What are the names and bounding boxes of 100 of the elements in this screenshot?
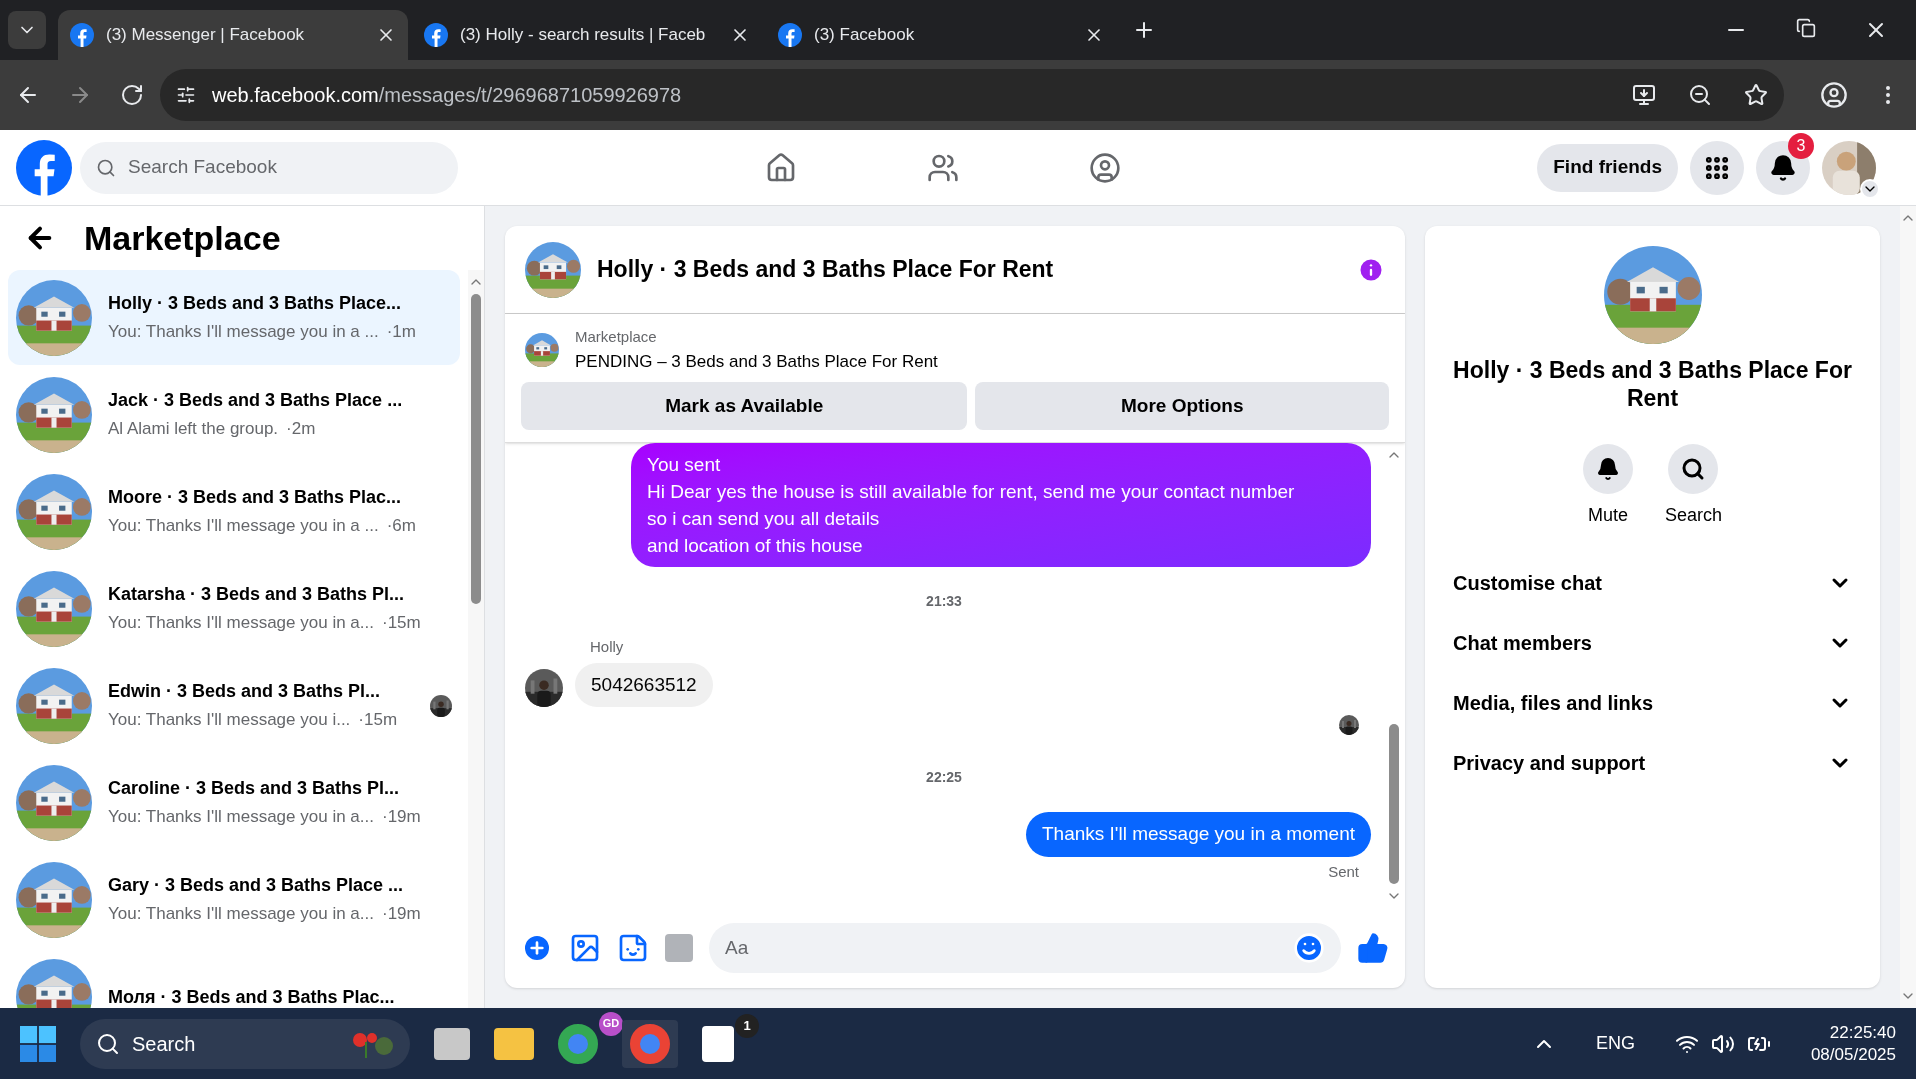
scroll-thumb[interactable] [471, 294, 481, 604]
search-icon [1681, 457, 1706, 481]
groups-icon[interactable] [1089, 151, 1121, 184]
conversation-title: Gary · 3 Beds and 3 Baths Place ... [108, 873, 405, 897]
message-line: Hi Dear yes the house is still available for rent, send me your contact number [647, 480, 1296, 504]
bell-icon [1595, 457, 1620, 481]
sticker-icon[interactable] [617, 932, 649, 964]
taskbar-search-field[interactable]: Search [80, 1018, 410, 1069]
message-timestamp: 21:33 [926, 592, 962, 611]
details-section[interactable]: Chat members [1445, 613, 1860, 673]
browser-tab[interactable]: (3) Facebook [766, 10, 1116, 60]
sender-name: Holly [590, 637, 625, 657]
scrollbar[interactable] [468, 270, 484, 1008]
bookmark-icon[interactable] [1744, 83, 1768, 107]
facebook-logo-icon [70, 23, 94, 47]
conversation-title: Caroline · 3 Beds and 3 Baths Pl... [108, 776, 401, 800]
clock-date[interactable]: 08/05/2025 [1810, 1043, 1896, 1066]
browser-tab[interactable]: (3) Messenger | Facebook [58, 10, 408, 60]
notifications-button[interactable] [1756, 140, 1810, 195]
conversation-preview: You: Thanks I'll message you i... [108, 708, 351, 731]
action-button[interactable] [1668, 444, 1719, 494]
message-field[interactable]: Aa [709, 923, 1341, 973]
action-label: Mute [1587, 504, 1628, 527]
language-indicator[interactable]: ENG [1595, 1030, 1635, 1057]
notification-badge: 1 [735, 1013, 759, 1038]
home-icon[interactable] [765, 151, 797, 184]
browser-tab[interactable]: (3) Holly - search results | Faceb [412, 10, 762, 60]
profile-badge: GD [599, 1011, 623, 1036]
conversation-title: Jack · 3 Beds and 3 Baths Place ... [108, 388, 404, 412]
conversation-time: ·6m [386, 514, 416, 537]
conversation-title: Моля · 3 Beds and 3 Baths Plac... [108, 985, 396, 1008]
conversation-item[interactable]: Holly · 3 Beds and 3 Baths Place... You: Thanks I'll message you in a ... ·1m [8, 270, 460, 365]
facebook-logo-icon[interactable] [16, 139, 72, 196]
conversation-item[interactable]: Caroline · 3 Beds and 3 Baths Pl... You: Thanks I'll message you in a... ·19m [8, 755, 460, 850]
conversation-preview: You: Thanks I'll message you in a... [108, 805, 374, 828]
search-icon [96, 1031, 120, 1056]
search-field[interactable]: Search Facebook [80, 141, 458, 194]
caret-icon[interactable] [1860, 178, 1880, 199]
conversation-time: ·1m [386, 320, 416, 343]
message-status: Sent [1328, 861, 1359, 882]
section-label: Privacy and support [1453, 751, 1646, 776]
facebook-logo-icon [778, 23, 802, 47]
conversation-preview: Al Alami left the group. [108, 417, 279, 440]
conversation-item[interactable]: Moore · 3 Beds and 3 Baths Plac... You: Thanks I'll message you in a ... ·6m [8, 464, 460, 559]
listing-label: Marketplace [575, 327, 658, 347]
tab-title: (3) Messenger | Facebook [106, 24, 306, 47]
listing-title: PENDING – 3 Beds and 3 Baths Place For Rent [575, 350, 938, 373]
search-placeholder: Search [132, 1031, 197, 1057]
find-friends-button[interactable]: Find friends [1537, 143, 1678, 192]
install-icon[interactable] [1632, 83, 1656, 107]
clock-time[interactable]: 22:25:40 [1829, 1021, 1896, 1044]
conversation-time: ·2m [286, 417, 316, 440]
like-icon[interactable] [1357, 932, 1389, 964]
search-icon [96, 157, 116, 178]
message-timestamp: 22:25 [926, 768, 962, 787]
conversation-item[interactable]: Edwin · 3 Beds and 3 Baths Pl... You: Thanks I'll message you i... ·15m [8, 658, 460, 753]
zoom-icon[interactable] [1688, 83, 1712, 107]
facebook-logo-icon [424, 23, 448, 47]
message-placeholder: Aa [725, 935, 750, 960]
emoji-icon[interactable] [1293, 932, 1325, 964]
listing-action-button[interactable]: More Options [975, 382, 1389, 430]
details-title: Holly · 3 Beds and 3 Baths Place For Rent [1452, 356, 1853, 412]
address-bar[interactable]: web.facebook.com/messages/t/29696871059926978 [160, 69, 1784, 121]
conversation-time: ·19m [381, 805, 421, 828]
conversation-item[interactable]: Katarsha · 3 Beds and 3 Baths Pl... You: Thanks I'll message you in a... ·15m [8, 561, 460, 656]
message-line: and location of this house [647, 534, 864, 558]
windows-logo-icon[interactable] [20, 1025, 56, 1062]
search-placeholder: Search Facebook [128, 155, 277, 180]
conversation-preview: You: Thanks I'll message you in a ... [108, 320, 379, 343]
details-section[interactable]: Customise chat [1445, 553, 1860, 613]
menu-button[interactable] [1690, 140, 1744, 195]
conversation-time: ·15m [381, 611, 421, 634]
url-text: web.facebook.com/messages/t/29696871059926978 [212, 83, 682, 108]
tab-title: (3) Facebook [814, 24, 916, 47]
profile-icon[interactable] [1820, 81, 1848, 109]
scroll-thumb[interactable] [1389, 724, 1399, 884]
photo-icon[interactable] [569, 932, 601, 964]
conversation-item[interactable]: Gary · 3 Beds and 3 Baths Place ... You: Thanks I'll message you in a... ·19m [8, 852, 460, 947]
section-label: Chat members [1453, 631, 1592, 656]
details-section[interactable]: Media, files and links [1445, 673, 1860, 733]
conversation-time: ·15m [358, 708, 398, 731]
conversation-title: Holly · 3 Beds and 3 Baths Place... [108, 291, 403, 315]
conversation-preview: You: Thanks I'll message you in a... [108, 902, 374, 925]
listing-action-button[interactable]: Mark as Available [521, 382, 968, 430]
message-label: You sent [647, 453, 722, 477]
section-label: Media, files and links [1453, 691, 1654, 716]
message-bubble: 5042663512 [575, 662, 713, 707]
reload-icon[interactable] [120, 83, 144, 107]
action-button[interactable] [1582, 444, 1633, 494]
conversation-item[interactable]: Jack · 3 Beds and 3 Baths Place ... Al Alami left the group. ·2m [8, 367, 460, 462]
details-section[interactable]: Privacy and support [1445, 733, 1860, 793]
section-label: Customise chat [1453, 571, 1602, 596]
site-settings-icon[interactable] [176, 85, 196, 105]
scrollbar[interactable] [1900, 206, 1916, 1008]
tab-title: (3) Holly - search results | Faceb [460, 24, 707, 47]
action-label: Search [1664, 504, 1722, 527]
conversation-preview: You: Thanks I'll message you in a... [108, 611, 374, 634]
restore-icon[interactable] [1796, 18, 1816, 38]
conversation-title: Moore · 3 Beds and 3 Baths Plac... [108, 485, 403, 509]
notification-badge: 3 [1788, 132, 1814, 159]
